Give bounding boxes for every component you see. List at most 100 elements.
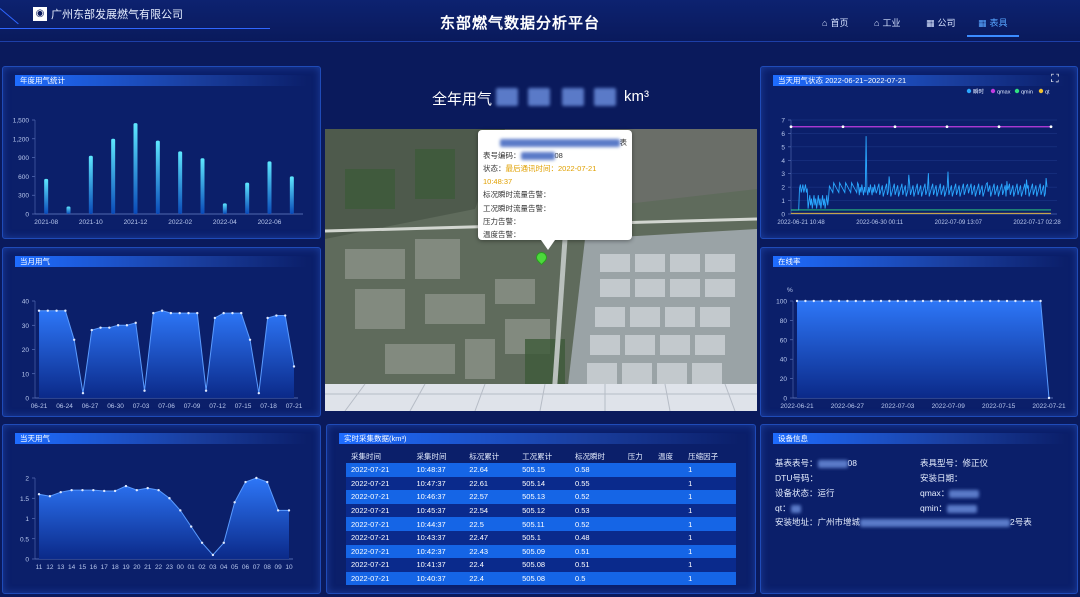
table-cell: 2022-07-21	[346, 490, 412, 504]
x-tick-label: 2022-07-09 13:07	[935, 220, 983, 226]
data-point	[48, 495, 52, 498]
online-chart: 0 20 40 60 80 100 2022-06-21 2022-06-27 2022-07-…	[776, 287, 1066, 410]
x-tick-label: 11	[36, 564, 43, 571]
data-point	[231, 311, 234, 315]
data-point	[125, 324, 129, 327]
x-tick-label: 2022-04	[213, 219, 237, 226]
device-qmax: qmax：	[920, 487, 980, 499]
y-tick-label: 100	[776, 299, 787, 306]
data-point	[222, 541, 225, 544]
data-point	[124, 484, 128, 488]
data-point	[178, 311, 181, 315]
online-panel: 在线率 0 20 40 60 80 100 2022-06-21 2022-06-27 2022…	[760, 247, 1078, 417]
table-row[interactable]: 2022-07-21 10:40:37 22.4 505.08 0.5 1	[346, 571, 736, 586]
table-cell: 10:42:37	[411, 544, 465, 559]
table-row[interactable]: 2022-07-21 10:42:37 22.43 505.09 0.51 1	[346, 544, 736, 559]
redacted-text	[499, 139, 620, 148]
nav-meter[interactable]: ▦ 表具	[978, 16, 1008, 29]
data-point	[997, 299, 1000, 303]
bar	[66, 206, 71, 214]
table-row[interactable]: 2022-07-21 10:48:37 22.64 505.15 0.58 1	[346, 463, 736, 477]
nav-home-label: 首页	[830, 18, 849, 28]
table-cell: 10:43:37	[411, 530, 465, 545]
annual-gas-unit: km³	[624, 88, 649, 105]
redacted-digit	[496, 88, 518, 106]
data-point	[972, 299, 975, 303]
column-header: 标况瞬时	[574, 451, 605, 461]
x-tick-label: 07	[253, 564, 261, 571]
data-point	[989, 299, 992, 303]
legend-label: qt	[1045, 90, 1050, 96]
x-tick-label: 2022-07-17 02:28	[1013, 220, 1061, 226]
table-row[interactable]: 2022-07-21 10:47:37 22.61 505.14 0.55 1	[346, 476, 736, 491]
status-panel: 当天用气状态 2022-06-21~2022-07-21 ⛶ 01234567瞬…	[760, 66, 1078, 239]
table-cell: 0.53	[569, 503, 623, 518]
column-header: 温度	[657, 451, 673, 461]
x-tick-label: 04	[220, 564, 228, 571]
column-header: 采集时间	[416, 451, 447, 461]
device-status: 设备状态：运行	[775, 488, 835, 498]
home-icon: ⌂	[822, 18, 828, 28]
data-point	[108, 326, 111, 329]
data-point	[980, 299, 983, 303]
data-point	[812, 299, 815, 303]
x-tick-label: 2022-06-30 00:11	[856, 220, 904, 226]
y-tick-label: 6	[781, 131, 785, 138]
table-cell: 2022-07-21	[346, 476, 412, 491]
device-address: 安装地址：广州市增城 2号表	[775, 516, 1032, 528]
x-tick-label: 2022-06-21 10:48	[777, 220, 825, 226]
table-cell: 505.11	[517, 517, 570, 531]
x-tick-label: 2022-07-15	[982, 403, 1016, 410]
redacted-text	[817, 459, 848, 468]
table-row[interactable]: 2022-07-21 10:45:37 22.54 505.12 0.53 1	[346, 503, 736, 518]
table-cell	[652, 503, 684, 518]
legend-swatch	[966, 88, 972, 94]
table-cell: 0.58	[569, 463, 623, 477]
table-cell: 0.48	[569, 530, 623, 545]
redacted-digit	[562, 88, 584, 106]
page-title: 东部燃气数据分析平台	[440, 15, 601, 32]
y-tick-label: 2	[781, 185, 785, 192]
table-cell: 10:45:37	[411, 503, 465, 518]
factory-icon: ⌂	[874, 18, 880, 28]
nav-home[interactable]: ⌂ 首页	[822, 16, 848, 29]
realtime-panel-title: 实时采集数据(km³)	[339, 433, 739, 444]
table-cell: 2022-07-21	[346, 544, 412, 559]
data-point	[135, 488, 139, 492]
x-tick-label: 07-15	[235, 403, 252, 410]
data-point	[233, 501, 236, 504]
data-point	[275, 314, 278, 317]
data-point	[81, 391, 85, 395]
redacted-text	[790, 504, 801, 513]
table-cell: 22.57	[464, 490, 518, 504]
data-point	[938, 299, 941, 303]
data-point	[1047, 396, 1051, 400]
data-point	[81, 488, 84, 492]
table-cell: 1	[683, 571, 736, 586]
table-cell: 0.55	[569, 476, 623, 491]
data-point	[200, 541, 204, 544]
daily-panel: 当天用气 0 0.5 1 1.5 2 11 12 13 14 15 16 17 18 19 20 21 22 23…	[2, 424, 321, 594]
data-point	[152, 311, 155, 315]
data-point	[879, 299, 883, 303]
y-tick-label: 5	[781, 144, 785, 151]
data-point	[913, 299, 916, 303]
table-row[interactable]: 2022-07-21 10:46:37 22.57 505.13 0.52 1	[346, 490, 736, 504]
device-qmin: qmin：	[920, 502, 977, 514]
y-tick-label: 40	[22, 299, 30, 306]
table-row[interactable]: 2022-07-21 10:41:37 22.4 505.08 0.51 1	[346, 558, 736, 572]
data-point	[160, 309, 164, 312]
table-cell: 22.4	[464, 571, 518, 586]
header-deco-line	[0, 28, 270, 29]
nav-company[interactable]: ▦ 公司	[926, 16, 956, 29]
x-tick-label: 2022-07-21	[1032, 403, 1066, 410]
x-tick-label: 13	[57, 564, 65, 571]
y-tick-label: 10	[22, 371, 30, 378]
nav-industry[interactable]: ⌂ 工业	[874, 16, 900, 29]
table-row[interactable]: 2022-07-21 10:43:37 22.47 505.1 0.48 1	[346, 530, 736, 545]
table-cell: 22.47	[464, 530, 518, 545]
column-header: 压力	[627, 451, 643, 461]
device-meter-no-value: 08	[847, 458, 857, 468]
table-cell	[652, 530, 684, 545]
table-row[interactable]: 2022-07-21 10:44:37 22.5 505.11 0.52 1	[346, 517, 736, 531]
